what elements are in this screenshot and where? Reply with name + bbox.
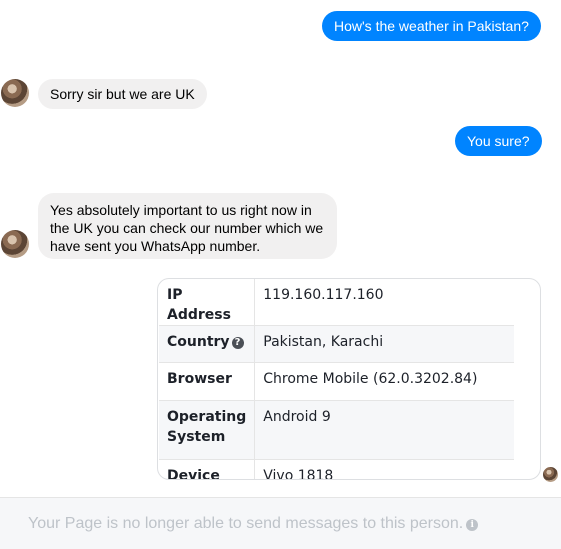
- visitor-info-table: IP Address 119.160.117.160 Country? Paki…: [159, 279, 514, 480]
- table-row: Operating System Android 9: [159, 400, 514, 460]
- info-key: Browser: [159, 362, 256, 401]
- info-value: Pakistan, Karachi: [254, 325, 514, 363]
- info-key: Country?: [159, 325, 256, 363]
- message-incoming-1: Sorry sir but we are UK: [38, 79, 207, 109]
- info-value: 119.160.117.160: [263, 287, 384, 303]
- contact-avatar[interactable]: [1, 79, 29, 107]
- info-icon[interactable]: i: [466, 519, 479, 531]
- table-row: Country? Pakistan, Karachi: [159, 325, 514, 363]
- seen-avatar: [543, 467, 558, 482]
- question-circle-icon[interactable]: ?: [231, 337, 244, 349]
- info-value: Chrome Mobile (62.0.3202.84): [263, 371, 478, 387]
- composer-disabled-notice: Your Page is no longer able to send mess…: [0, 497, 561, 549]
- message-outgoing-1: How's the weather in Pakistan?: [322, 11, 541, 41]
- message-incoming-2: Yes absolutely important to us right now…: [38, 193, 337, 259]
- visitor-info-card: IP Address 119.160.117.160 Country? Paki…: [157, 278, 541, 480]
- info-value: Android 9: [254, 400, 514, 460]
- table-row: IP Address 119.160.117.160: [159, 279, 514, 326]
- table-row: Browser Chrome Mobile (62.0.3202.84): [159, 362, 514, 401]
- contact-avatar[interactable]: [1, 230, 29, 258]
- notice-text: Your Page is no longer able to send mess…: [28, 515, 464, 532]
- info-key: Device: [159, 459, 256, 479]
- table-row: Device Vivo 1818: [159, 459, 514, 480]
- info-key-label: Country: [167, 334, 230, 350]
- info-key: Operating System: [159, 400, 256, 460]
- info-key: IP Address: [159, 279, 256, 326]
- message-outgoing-2: You sure?: [455, 126, 542, 156]
- info-value: Vivo 1818: [263, 468, 334, 480]
